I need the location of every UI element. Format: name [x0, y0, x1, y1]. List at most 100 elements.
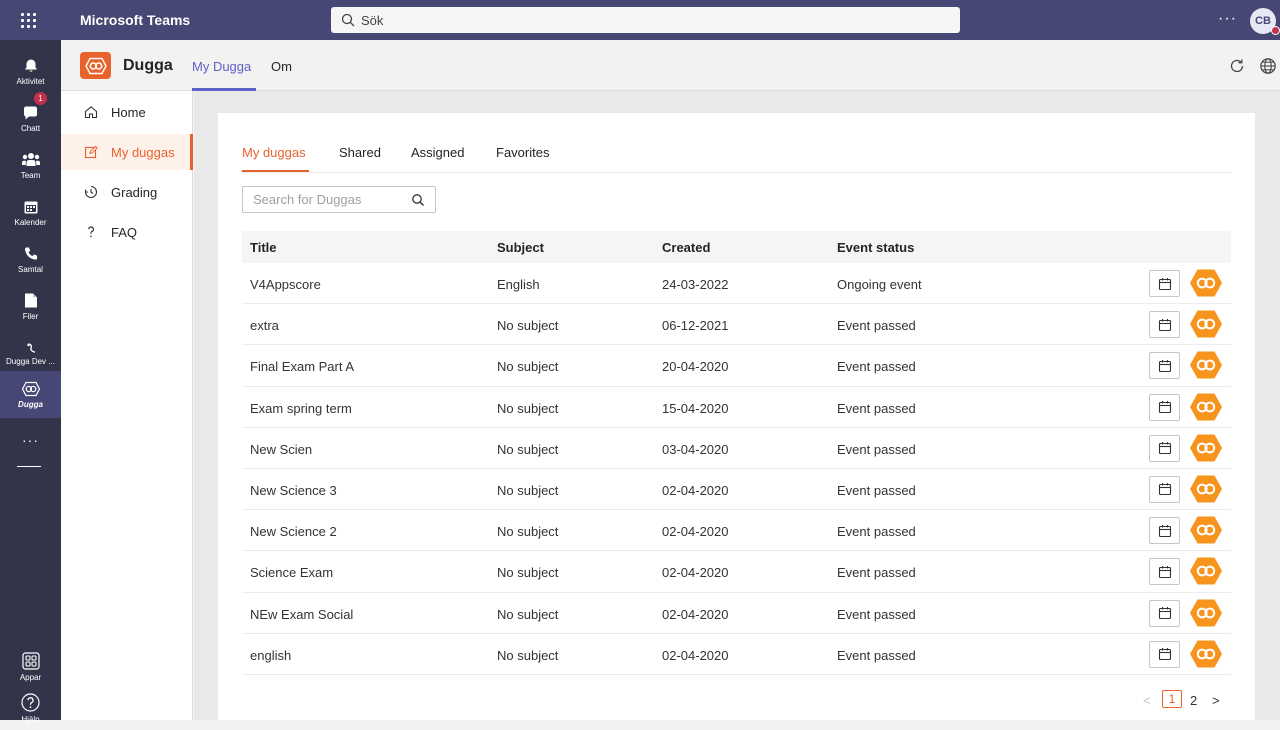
cell-subject: No subject	[497, 441, 559, 457]
rail-item-files[interactable]: Filer	[0, 283, 61, 330]
table-row[interactable]: New Science 3 No subject 02-04-2020 Even…	[242, 469, 1231, 511]
open-dugga-icon[interactable]	[1189, 309, 1223, 339]
pagination: < 1 2 >	[1143, 690, 1233, 710]
next-page-button[interactable]: >	[1212, 690, 1220, 710]
nav-item-home[interactable]: Home	[61, 94, 193, 130]
schedule-event-button[interactable]	[1149, 434, 1180, 462]
refresh-icon[interactable]	[1228, 57, 1246, 75]
global-search-input[interactable]: Sök	[331, 7, 960, 33]
rail-divider	[17, 466, 41, 467]
rail-item-team[interactable]: Team	[0, 142, 61, 189]
calendar-icon	[1158, 483, 1171, 496]
table-header: Title Subject Created Event status	[242, 231, 1231, 263]
cell-subject: No subject	[497, 524, 559, 540]
rail-item-apps[interactable]: Appar	[0, 643, 61, 690]
cell-created: 02-04-2020	[662, 606, 729, 622]
table-row[interactable]: Final Exam Part A No subject 20-04-2020 …	[242, 345, 1231, 387]
schedule-event-button[interactable]	[1149, 270, 1180, 297]
cell-title: New Scien	[250, 441, 313, 457]
clock-icon	[83, 185, 99, 199]
schedule-event-button[interactable]	[1149, 393, 1180, 421]
globe-icon[interactable]	[1259, 57, 1277, 75]
tab-shared[interactable]: Shared	[339, 145, 381, 160]
open-dugga-icon[interactable]	[1189, 598, 1223, 628]
nav-label: Grading	[111, 184, 158, 200]
open-dugga-icon[interactable]	[1189, 515, 1223, 545]
rail-item-calls[interactable]: Samtal	[0, 236, 61, 283]
cell-title: NEw Exam Social	[250, 606, 354, 622]
app-launcher-button[interactable]	[0, 0, 56, 40]
nav-item-grading[interactable]: Grading	[61, 174, 193, 210]
table-row[interactable]: New Science 2 No subject 02-04-2020 Even…	[242, 510, 1231, 552]
search-icon[interactable]	[411, 193, 425, 207]
phone-icon	[24, 247, 37, 260]
rail-item-dugga[interactable]: Dugga	[0, 371, 61, 418]
table-row[interactable]: New Scien No subject 03-04-2020 Event pa…	[242, 428, 1231, 469]
search-placeholder: Search for Duggas	[253, 192, 362, 207]
teams-app-rail: Aktivitet Chatt 1 Team Kalender Samtal F…	[0, 40, 61, 724]
schedule-event-button[interactable]	[1149, 599, 1180, 627]
cell-subject: No subject	[497, 318, 559, 334]
cell-created: 02-04-2020	[662, 647, 729, 663]
more-apps-button[interactable]: ···	[0, 432, 61, 448]
tab-assigned[interactable]: Assigned	[411, 145, 464, 160]
rail-item-calendar[interactable]: Kalender	[0, 189, 61, 236]
open-dugga-icon[interactable]	[1189, 268, 1223, 298]
nav-label: My duggas	[111, 144, 175, 160]
calendar-icon	[1158, 648, 1171, 661]
calendar-icon	[1158, 607, 1171, 620]
table-row[interactable]: extra No subject 06-12-2021 Event passed	[242, 304, 1231, 346]
calendar-icon	[1158, 565, 1171, 578]
page-1-button[interactable]: 1	[1162, 690, 1182, 708]
schedule-event-button[interactable]	[1149, 517, 1180, 545]
tab-my-dugga[interactable]: My Dugga	[192, 59, 251, 74]
open-dugga-icon[interactable]	[1189, 474, 1223, 504]
rail-item-activity[interactable]: Aktivitet	[0, 48, 61, 95]
rail-label: Aktivitet	[16, 76, 45, 86]
search-icon	[341, 13, 355, 27]
rail-item-help[interactable]: Hjälp	[0, 690, 61, 730]
schedule-event-button[interactable]	[1149, 640, 1180, 668]
schedule-event-button[interactable]	[1149, 558, 1180, 586]
nav-item-faq[interactable]: FAQ	[61, 214, 193, 250]
open-dugga-icon[interactable]	[1189, 392, 1223, 422]
avatar[interactable]: CB	[1250, 8, 1280, 35]
question-icon	[83, 225, 99, 239]
table-row[interactable]: V4Appscore English 24-03-2022 Ongoing ev…	[242, 263, 1231, 305]
bell-icon	[24, 59, 37, 72]
page-2-button[interactable]: 2	[1190, 690, 1197, 710]
cell-subject: No subject	[497, 565, 559, 581]
schedule-event-button[interactable]	[1149, 475, 1180, 503]
app-name: Dugga	[123, 57, 173, 74]
tab-favorites[interactable]: Favorites	[496, 145, 549, 160]
cell-created: 24-03-2022	[662, 277, 729, 292]
table-row[interactable]: NEw Exam Social No subject 02-04-2020 Ev…	[242, 593, 1231, 634]
table-body: V4Appscore English 24-03-2022 Ongoing ev…	[242, 263, 1231, 675]
cell-event-status: Event passed	[837, 318, 916, 334]
table-row[interactable]: Exam spring term No subject 15-04-2020 E…	[242, 387, 1231, 428]
settings-more-button[interactable]: ···	[1218, 10, 1237, 28]
cell-event-status: Event passed	[837, 565, 916, 581]
table-row[interactable]: Science Exam No subject 02-04-2020 Event…	[242, 551, 1231, 593]
schedule-event-button[interactable]	[1149, 352, 1180, 380]
cell-subject: No subject	[497, 606, 559, 622]
open-dugga-icon[interactable]	[1189, 350, 1223, 380]
cell-created: 02-04-2020	[662, 482, 729, 498]
apps-icon	[21, 651, 40, 670]
tab-om[interactable]: Om	[271, 59, 292, 74]
schedule-event-button[interactable]	[1149, 311, 1180, 339]
open-dugga-icon[interactable]	[1189, 556, 1223, 586]
nav-item-my-duggas[interactable]: My duggas	[61, 134, 193, 170]
rail-item-dugga-dev[interactable]: Dugga Dev ...	[0, 330, 61, 377]
dugga-side-nav: Home My duggas Grading FAQ	[61, 91, 193, 720]
tab-my-duggas[interactable]: My duggas	[242, 145, 306, 160]
active-tab-indicator	[242, 170, 309, 172]
table-row[interactable]: english No subject 02-04-2020 Event pass…	[242, 634, 1231, 675]
open-dugga-icon[interactable]	[1189, 433, 1223, 463]
open-dugga-icon[interactable]	[1189, 639, 1223, 669]
waffle-icon	[20, 12, 36, 28]
nav-label: FAQ	[111, 224, 138, 240]
prev-page-button[interactable]: <	[1143, 690, 1151, 710]
rail-item-chat[interactable]: Chatt	[0, 95, 61, 142]
dugga-search-input[interactable]: Search for Duggas	[242, 186, 436, 213]
